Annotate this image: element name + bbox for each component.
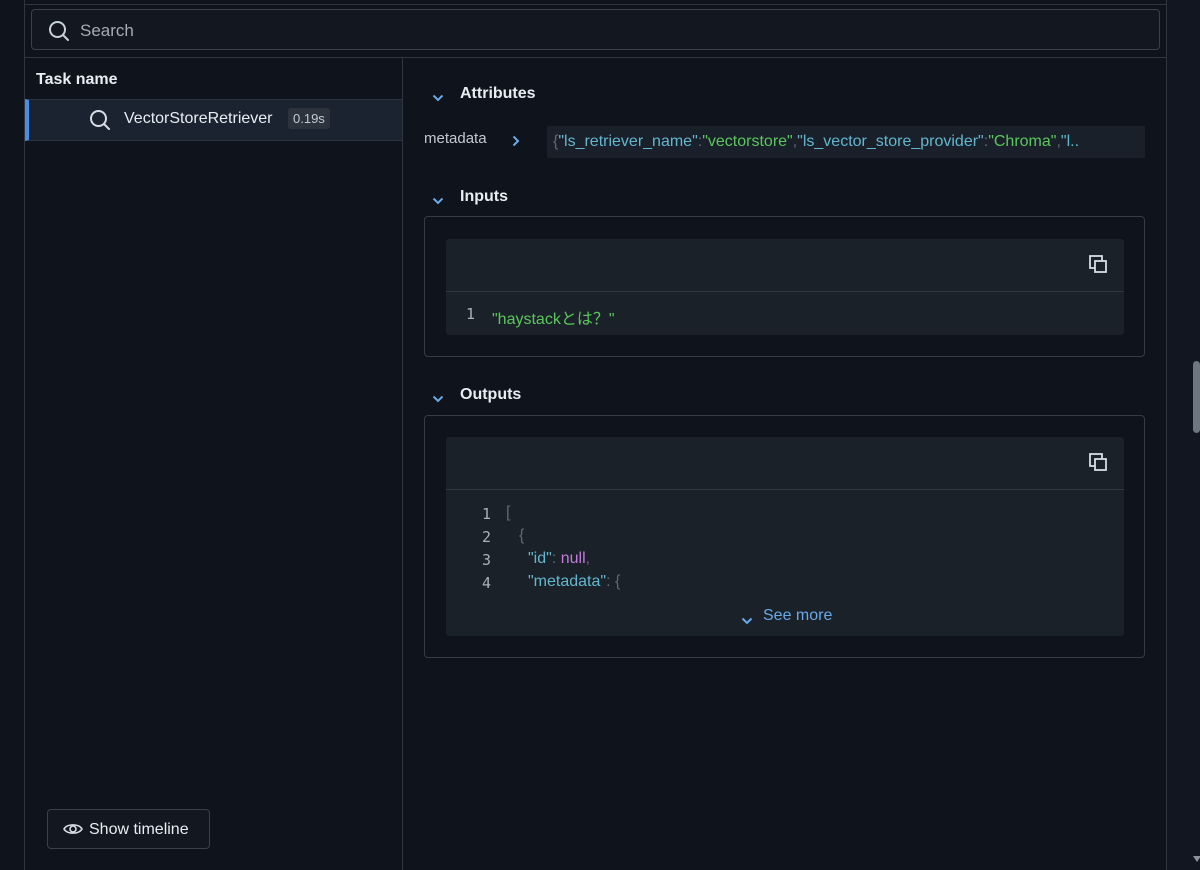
show-timeline-label: Show timeline bbox=[89, 821, 189, 838]
chevron-down-icon bbox=[432, 192, 444, 210]
line-number: 4 bbox=[482, 574, 492, 592]
outputs-code-block: 1 [ 2 { 3 "id": null, 4 "metadata": { Se… bbox=[446, 437, 1124, 636]
search-bar bbox=[31, 9, 1160, 51]
json-colon: : bbox=[551, 550, 557, 567]
json-key: "ls_vector_store_provider" bbox=[797, 133, 984, 150]
json-comma: , bbox=[585, 550, 591, 567]
scrollbar-thumb[interactable] bbox=[1193, 361, 1200, 433]
json-null: null bbox=[560, 550, 586, 567]
code-toolbar bbox=[446, 239, 1124, 292]
search-input[interactable] bbox=[78, 10, 1142, 51]
json-string: "Chroma" bbox=[988, 133, 1057, 150]
code-line: [ bbox=[506, 504, 511, 521]
json-key: "ls_retriever_name" bbox=[558, 133, 698, 150]
code-line: { bbox=[519, 527, 525, 544]
panel-top-border bbox=[24, 4, 1166, 5]
code-line: "metadata": { bbox=[528, 573, 620, 591]
copy-icon[interactable] bbox=[1088, 452, 1108, 477]
inputs-code-block: 1 "haystackとは？" bbox=[446, 239, 1124, 335]
metadata-key: metadata bbox=[424, 130, 487, 147]
inputs-card: 1 "haystackとは？" bbox=[424, 216, 1145, 357]
show-timeline-button[interactable]: Show timeline bbox=[47, 809, 210, 849]
eye-icon bbox=[63, 822, 83, 841]
json-key: "metadata" bbox=[528, 573, 607, 590]
task-name-label: VectorStoreRetriever bbox=[124, 110, 273, 127]
see-more-label: See more bbox=[763, 607, 833, 624]
chevron-down-icon bbox=[741, 612, 753, 630]
attributes-title: Attributes bbox=[460, 85, 536, 102]
copy-icon[interactable] bbox=[1088, 254, 1108, 279]
chevron-down-icon bbox=[432, 390, 444, 408]
chevron-right-icon[interactable] bbox=[512, 134, 520, 152]
search-icon bbox=[89, 109, 111, 136]
line-number: 1 bbox=[482, 505, 492, 523]
pane-divider[interactable] bbox=[402, 57, 403, 870]
code-line: "haystackとは？" bbox=[492, 311, 615, 328]
outputs-card: 1 [ 2 { 3 "id": null, 4 "metadata": { Se… bbox=[424, 415, 1145, 658]
json-string: "vectorstore" bbox=[702, 133, 793, 150]
header-divider bbox=[25, 57, 1166, 58]
json-key: "id" bbox=[528, 550, 552, 567]
metadata-value[interactable]: {"ls_retriever_name":"vectorstore","ls_v… bbox=[547, 126, 1145, 158]
duration-badge: 0.19s bbox=[288, 108, 330, 129]
scroll-down-arrow-icon[interactable] bbox=[1193, 856, 1200, 862]
page-scrollbar[interactable] bbox=[1167, 0, 1200, 870]
chevron-down-icon bbox=[432, 89, 444, 107]
line-number: 3 bbox=[482, 551, 492, 569]
json-brace: { bbox=[614, 573, 621, 590]
code-line: "id": null, bbox=[528, 550, 590, 568]
json-colon: : bbox=[606, 573, 611, 590]
task-name-header: Task name bbox=[36, 71, 118, 88]
json-key-truncated: "l.. bbox=[1060, 133, 1080, 150]
outputs-title: Outputs bbox=[460, 386, 522, 403]
line-number: 2 bbox=[482, 528, 492, 546]
line-number: 1 bbox=[466, 305, 476, 323]
search-icon bbox=[48, 20, 70, 47]
code-toolbar bbox=[446, 437, 1124, 490]
task-row-vectorstoreretriever[interactable]: VectorStoreRetriever 0.19s bbox=[25, 99, 402, 141]
inputs-title: Inputs bbox=[460, 188, 508, 205]
